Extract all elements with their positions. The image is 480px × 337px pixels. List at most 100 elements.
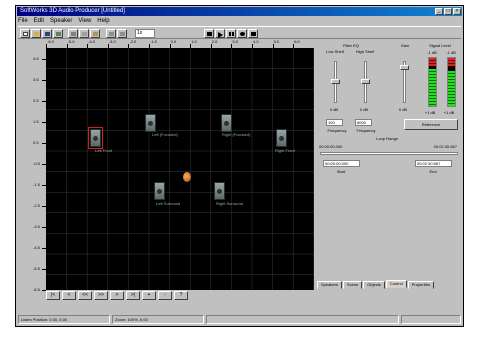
redo-button[interactable] xyxy=(117,29,127,38)
menu-speaker[interactable]: Speaker xyxy=(50,17,72,25)
scissors-icon xyxy=(71,32,76,36)
maximize-button[interactable]: □ xyxy=(444,8,452,15)
ruler-tick-label: 4.0 xyxy=(253,39,259,44)
paste-button[interactable] xyxy=(90,29,100,38)
speaker-left-surround[interactable] xyxy=(154,182,165,200)
menu-edit[interactable]: Edit xyxy=(34,17,44,25)
time-start: 00:00:00.000 xyxy=(319,144,343,149)
speaker-left-focused[interactable] xyxy=(145,114,156,132)
folder-icon xyxy=(34,32,39,36)
ruler-tick-label: -5.5 xyxy=(33,266,40,271)
menu-view[interactable]: View xyxy=(78,17,91,25)
pause-button[interactable] xyxy=(226,29,236,38)
status-empty-1 xyxy=(206,315,399,324)
speaker-add-button[interactable] xyxy=(53,29,63,38)
tab-speakers[interactable]: Speakers xyxy=(317,281,342,289)
speaker-left-front[interactable] xyxy=(88,127,103,149)
listener-icon[interactable] xyxy=(183,172,191,182)
ruler-tick-label: 1.5 xyxy=(33,119,39,124)
play-icon xyxy=(218,32,223,38)
tab-properties[interactable]: Properties xyxy=(407,281,434,289)
undo-icon xyxy=(109,32,114,36)
ruler-tick-label: -2.0 xyxy=(129,39,137,44)
zoom-in-button[interactable]: + xyxy=(142,291,156,300)
vu-left-peak xyxy=(429,58,436,66)
speaker-label: Right Surround xyxy=(216,201,243,206)
level-right-top: -1 dB xyxy=(446,50,456,55)
low-shelf-thumb[interactable] xyxy=(331,79,340,84)
end-time-field[interactable]: 00:02:30.667 xyxy=(415,160,452,167)
ruler-tick-label: 3.5 xyxy=(33,77,39,82)
loop-range-slider[interactable] xyxy=(320,152,458,155)
low-shelf-label: Low Shelf xyxy=(326,49,344,54)
copy-button[interactable] xyxy=(79,29,89,38)
stop-button[interactable] xyxy=(204,29,214,38)
nav-prev-button[interactable]: < xyxy=(62,291,76,300)
vu-left-fill xyxy=(429,68,436,106)
nav-rewind-button[interactable]: << xyxy=(78,291,92,300)
save-button[interactable] xyxy=(42,29,52,38)
nav-forward-button[interactable]: >> xyxy=(94,291,108,300)
tab-scene[interactable]: Scene xyxy=(342,281,363,289)
toolbar: 1x xyxy=(18,26,461,39)
tab-objects[interactable]: Objects xyxy=(363,281,385,289)
undo-button[interactable] xyxy=(106,29,116,38)
ruler-tick-label: -4.5 xyxy=(33,245,40,250)
zoom-out-button[interactable]: - xyxy=(158,291,172,300)
start-time-field[interactable]: 00:00:00.000 xyxy=(323,160,360,167)
app-window: SoftWorks 3D Audio Producer [Untitled] _… xyxy=(15,5,464,327)
speaker-icon xyxy=(56,32,61,36)
speaker-label: Left Front xyxy=(95,148,113,153)
ruler-tick-label: -2.5 xyxy=(33,203,40,208)
ruler-tick-label: 2.0 xyxy=(211,39,218,44)
speaker-label: Left (Focused) xyxy=(152,132,178,137)
vu-right-peak xyxy=(448,58,455,66)
ruler-tick-label: 0.5 xyxy=(33,140,39,145)
new-file-icon xyxy=(23,32,28,36)
nav-next-button[interactable]: > xyxy=(110,291,124,300)
redo-icon xyxy=(120,32,125,36)
speaker-canvas[interactable]: Left Front Left (Focused) Right (Focused… xyxy=(46,48,314,290)
speaker-right-surround[interactable] xyxy=(214,182,225,200)
low-frequency-field[interactable]: 100 xyxy=(326,119,343,126)
high-frequency-field[interactable]: 8000 xyxy=(355,119,372,126)
ruler-tick-label: -5.0 xyxy=(67,39,75,44)
help-button[interactable]: ? xyxy=(174,291,188,300)
speaker-right-front[interactable] xyxy=(276,129,287,147)
disk-icon xyxy=(45,32,50,36)
end-label: End xyxy=(429,169,437,174)
ruler-tick-label: -3.0 xyxy=(108,39,116,44)
menu-file[interactable]: File xyxy=(18,17,28,25)
ruler-tick-label: 2.5 xyxy=(33,98,39,103)
stop-icon xyxy=(207,32,212,36)
nav-first-button[interactable]: |< xyxy=(46,291,60,300)
menu-help[interactable]: Help xyxy=(97,17,109,25)
tab-control[interactable]: Control xyxy=(385,280,407,288)
level-left-top: -1 dB xyxy=(427,50,437,55)
nav-last-button[interactable]: >| xyxy=(126,291,140,300)
level-left-bottom: +1 dB xyxy=(424,110,436,115)
open-file-button[interactable] xyxy=(31,29,41,38)
ruler-tick-label: 1.0 xyxy=(191,39,197,44)
close-button[interactable]: × xyxy=(453,8,461,15)
high-shelf-value: 0 dB xyxy=(359,107,369,112)
cut-button[interactable] xyxy=(68,29,78,38)
zoom-select[interactable]: 1x xyxy=(135,29,155,38)
low-frequency-label: Frequency xyxy=(327,128,347,133)
gain-thumb[interactable] xyxy=(400,65,409,70)
minimize-button[interactable]: _ xyxy=(435,8,443,15)
copy-icon xyxy=(82,32,87,36)
gain-value: 0 dB xyxy=(398,107,408,112)
menu-bar: File Edit Speaker View Help xyxy=(18,17,110,25)
new-file-button[interactable] xyxy=(20,29,30,38)
high-shelf-thumb[interactable] xyxy=(361,79,370,84)
low-shelf-value: 0 dB xyxy=(329,107,339,112)
paste-icon xyxy=(93,32,98,36)
record-button[interactable] xyxy=(237,29,247,38)
navigation-buttons: |< < << >> > >| + - ? xyxy=(46,291,188,301)
play-button[interactable] xyxy=(215,29,225,38)
loop-button[interactable] xyxy=(248,29,258,38)
ruler-tick-label: -0.5 xyxy=(33,161,40,166)
speaker-right-focused[interactable] xyxy=(221,114,232,132)
reference-button[interactable]: Reference xyxy=(404,119,458,130)
